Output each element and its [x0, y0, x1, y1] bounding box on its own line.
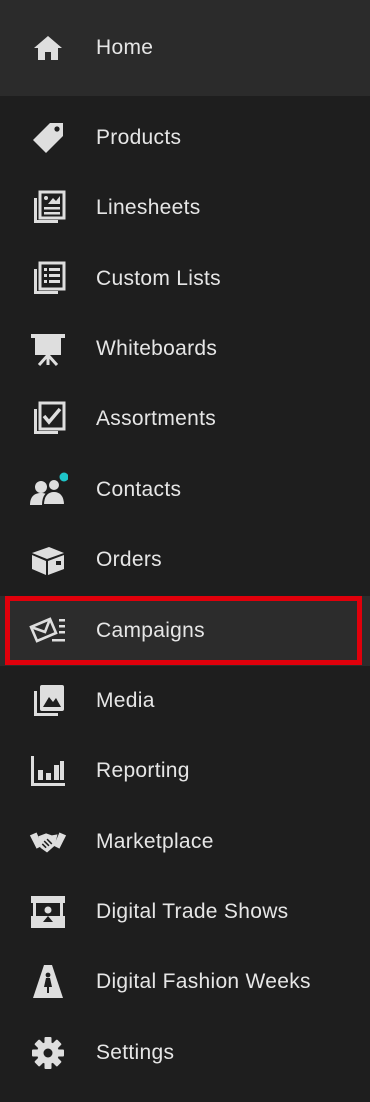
runway-icon — [28, 962, 68, 1002]
checklist-icon — [28, 399, 68, 439]
email-campaign-icon — [28, 611, 68, 651]
sidebar-item-digital-fashion-weeks[interactable]: Digital Fashion Weeks — [0, 947, 370, 1017]
sidebar-item-settings[interactable]: Settings — [0, 1018, 370, 1088]
sidebar-item-home[interactable]: Home — [0, 0, 370, 96]
sidebar-item-label: Campaigns — [96, 619, 205, 642]
media-icon — [28, 681, 68, 721]
sidebar-item-label: Settings — [96, 1041, 175, 1064]
sidebar-item-orders[interactable]: Orders — [0, 525, 370, 595]
sidebar-nav: Home Products Linesheets Custom Lists Wh… — [0, 0, 370, 1102]
gear-icon — [28, 1033, 68, 1073]
sidebar-item-marketplace[interactable]: Marketplace — [0, 807, 370, 877]
linesheet-icon — [28, 188, 68, 228]
sidebar-item-label: Home — [96, 36, 154, 59]
sidebar-item-label: Orders — [96, 548, 162, 571]
sidebar-item-label: Whiteboards — [96, 337, 218, 360]
sidebar-item-media[interactable]: Media — [0, 666, 370, 736]
sidebar-item-label: Media — [96, 689, 155, 712]
notification-dot — [59, 472, 68, 482]
sidebar-item-products[interactable]: Products — [0, 103, 370, 173]
sidebar-item-label: Digital Fashion Weeks — [96, 970, 311, 993]
sidebar-item-label: Marketplace — [96, 830, 214, 853]
sidebar-item-label: Reporting — [96, 759, 190, 782]
tag-icon — [28, 118, 68, 158]
whiteboard-icon — [28, 329, 68, 369]
sidebar-item-campaigns[interactable]: Campaigns — [0, 596, 370, 666]
booth-icon — [28, 892, 68, 932]
sidebar-item-label: Digital Trade Shows — [96, 900, 289, 923]
sidebar-item-reporting[interactable]: Reporting — [0, 736, 370, 806]
sidebar-item-digital-trade-shows[interactable]: Digital Trade Shows — [0, 877, 370, 947]
sidebar-item-label: Custom Lists — [96, 267, 221, 290]
box-icon — [28, 540, 68, 580]
sidebar-item-label: Products — [96, 126, 182, 149]
home-icon — [28, 28, 68, 68]
sidebar-item-label: Contacts — [96, 478, 182, 501]
handshake-icon — [28, 822, 68, 862]
sidebar-item-contacts[interactable]: Contacts — [0, 455, 370, 525]
sidebar-item-label: Assortments — [96, 407, 216, 430]
contacts-icon — [28, 470, 68, 510]
sidebar-item-label: Linesheets — [96, 196, 201, 219]
sidebar-item-linesheets[interactable]: Linesheets — [0, 173, 370, 243]
sidebar-item-assortments[interactable]: Assortments — [0, 384, 370, 454]
list-icon — [28, 259, 68, 299]
bar-chart-icon — [28, 751, 68, 791]
sidebar-item-custom-lists[interactable]: Custom Lists — [0, 244, 370, 314]
sidebar-item-whiteboards[interactable]: Whiteboards — [0, 314, 370, 384]
